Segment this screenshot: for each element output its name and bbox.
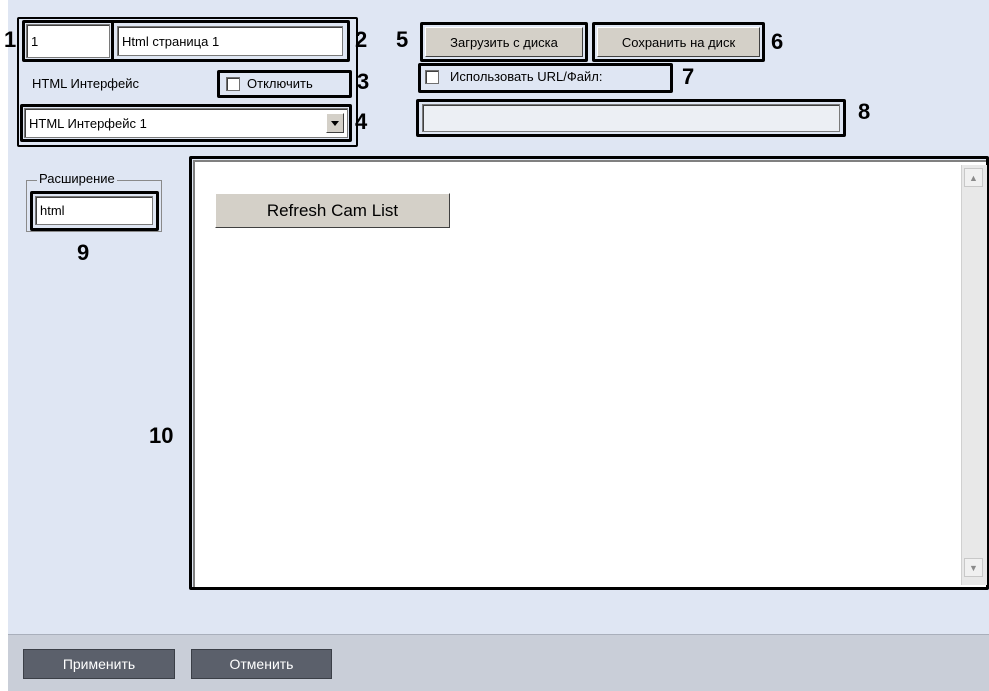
cancel-button[interactable]: Отменить: [191, 649, 332, 679]
callout-6: 6: [771, 29, 784, 54]
callout-10: 10: [149, 423, 174, 448]
interface-select-highlight: [20, 104, 352, 142]
arrow-down-icon[interactable]: ▼: [964, 558, 983, 577]
disable-checkbox[interactable]: [226, 77, 240, 91]
name-field-highlight: [111, 20, 350, 62]
extension-legend: Расширение: [37, 171, 117, 186]
extension-field-highlight: [30, 191, 159, 231]
callout-9: 9: [77, 240, 90, 265]
preview-scrollbar[interactable]: [961, 165, 987, 585]
disable-checkbox-label[interactable]: Отключить: [247, 76, 313, 91]
id-field-highlight: [22, 20, 114, 62]
save-button-highlight: [592, 22, 765, 62]
apply-button[interactable]: Применить: [23, 649, 175, 679]
callout-5: 5: [396, 27, 409, 52]
callout-7: 7: [682, 64, 695, 89]
url-field-highlight: [416, 99, 846, 137]
use-url-checkbox[interactable]: [425, 70, 439, 84]
arrow-up-icon[interactable]: ▲: [964, 168, 983, 187]
refresh-cam-list-button[interactable]: Refresh Cam List: [215, 193, 450, 228]
load-button-highlight: [420, 22, 588, 62]
callout-3: 3: [357, 69, 370, 94]
use-url-checkbox-label[interactable]: Использовать URL/Файл:: [450, 69, 602, 84]
callout-1: 1: [4, 27, 17, 52]
callout-8: 8: [858, 99, 871, 124]
interface-label: HTML Интерфейс: [32, 76, 139, 91]
